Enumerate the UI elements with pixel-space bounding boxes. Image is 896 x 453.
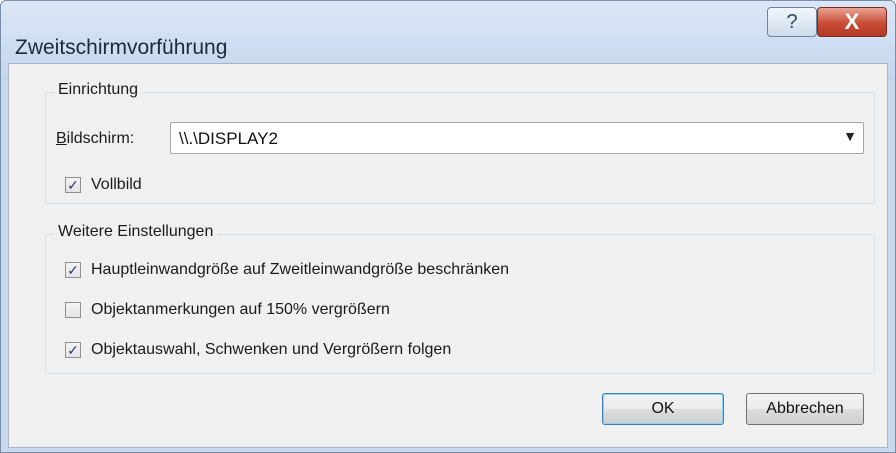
check-icon: ✓ (67, 342, 79, 358)
cancel-button[interactable]: Abbrechen (746, 393, 864, 425)
dialog-content: Einrichtung Bildschirm: \\.\DISPLAY2 ▼ ✓… (8, 63, 888, 448)
option-checkbox-limit-canvas[interactable]: ✓ (65, 262, 81, 278)
screen-select[interactable]: \\.\DISPLAY2 ▼ (170, 122, 864, 154)
option-label-limit-canvas: Hauptleinwandgröße auf Zweitleinwandgröß… (91, 261, 510, 278)
fullscreen-checkbox[interactable]: ✓ (65, 177, 81, 193)
more-settings-group-legend: Weitere Einstellungen (54, 223, 218, 241)
window-title: Zweitschirmvorführung (15, 36, 228, 59)
close-icon: X (844, 9, 860, 34)
option-label-enlarge-annotations: Objektanmerkungen auf 150% vergrößern (91, 301, 390, 318)
dialog-window: Zweitschirmvorführung ? X Einrichtung Bi… (0, 0, 896, 453)
screen-select-value: \\.\DISPLAY2 (179, 129, 278, 148)
check-icon: ✓ (67, 177, 79, 193)
option-checkbox-follow-selection[interactable]: ✓ (65, 342, 81, 358)
check-icon: ✓ (67, 262, 79, 278)
fullscreen-label: Vollbild (91, 176, 142, 193)
help-button[interactable]: ? (767, 7, 817, 37)
help-icon: ? (786, 10, 798, 33)
option-checkbox-enlarge-annotations[interactable] (65, 302, 81, 318)
option-label-follow-selection: Objektauswahl, Schwenken und Vergrößern … (91, 341, 452, 358)
close-button[interactable]: X (817, 7, 887, 37)
setup-group-legend: Einrichtung (54, 81, 143, 99)
screen-label: Bildschirm: (56, 130, 135, 147)
ok-button[interactable]: OK (602, 393, 724, 425)
chevron-down-icon[interactable]: ▼ (843, 128, 857, 144)
